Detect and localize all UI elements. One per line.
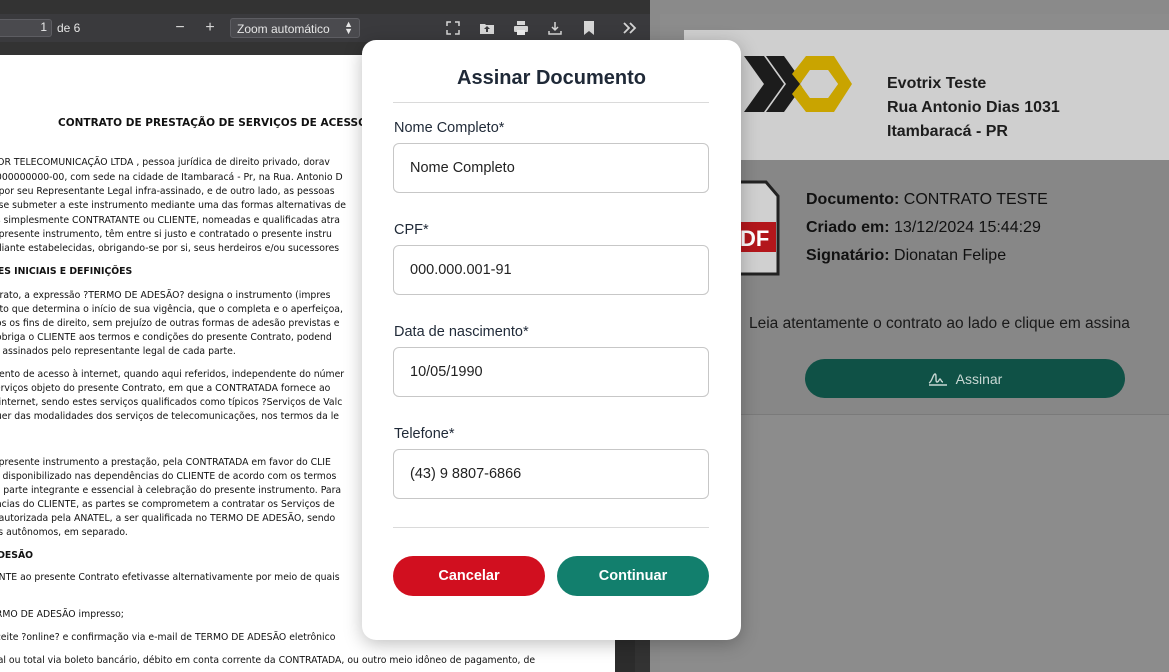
continue-button[interactable]: Continuar bbox=[557, 556, 709, 596]
nome-completo-input[interactable]: Nome Completo bbox=[393, 143, 709, 193]
telefone-input[interactable]: (43) 9 8807-6866 bbox=[393, 449, 709, 499]
modal-divider-top bbox=[393, 102, 709, 103]
cpf-label: CPF* bbox=[394, 222, 429, 238]
modal-title: Assinar Documento bbox=[457, 67, 646, 89]
sign-document-modal: Assinar Documento Nome Completo* Nome Co… bbox=[362, 40, 741, 640]
data-nascimento-input[interactable]: 10/05/1990 bbox=[393, 347, 709, 397]
modal-divider-bottom bbox=[393, 527, 709, 528]
data-nascimento-label: Data de nascimento* bbox=[394, 324, 529, 340]
cancel-button[interactable]: Cancelar bbox=[393, 556, 545, 596]
cpf-input[interactable]: 000.000.001-91 bbox=[393, 245, 709, 295]
telefone-label: Telefone* bbox=[394, 426, 455, 442]
nome-completo-label: Nome Completo* bbox=[394, 120, 505, 136]
